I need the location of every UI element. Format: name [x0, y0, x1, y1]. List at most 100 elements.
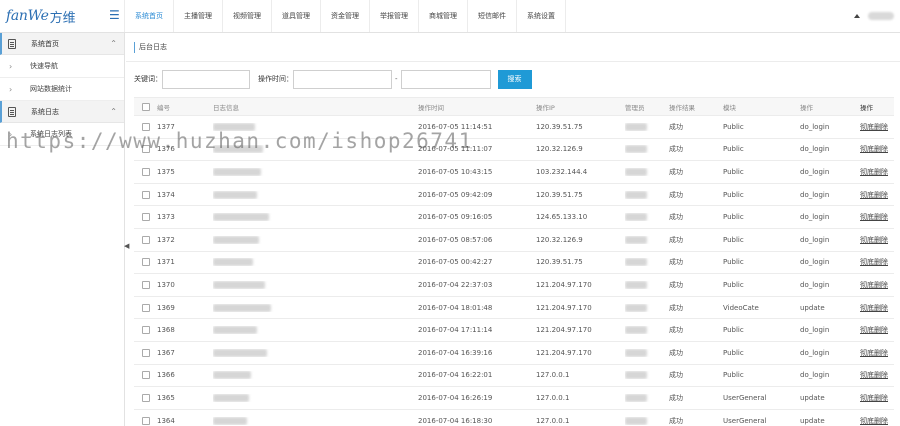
delete-link[interactable]: 彻底删除 — [860, 213, 888, 221]
delete-link[interactable]: 彻底删除 — [860, 258, 888, 266]
row-checkbox[interactable] — [142, 348, 150, 357]
start-time-input[interactable] — [293, 69, 392, 89]
row-checkbox[interactable] — [142, 303, 150, 312]
hamburger-icon[interactable]: ☰ — [109, 9, 120, 21]
table-row[interactable]: 1377 2016-07-05 11:14:51 120.39.51.75 成功 Pub… — [134, 116, 894, 139]
chevron-right-icon: › — [9, 129, 13, 139]
delete-link[interactable]: 彻底删除 — [860, 281, 888, 289]
delete-link[interactable]: 彻底删除 — [860, 168, 888, 176]
row-checkbox[interactable] — [142, 393, 150, 402]
delete-link[interactable]: 彻底删除 — [860, 145, 888, 153]
header-ip[interactable]: 操作IP — [536, 102, 625, 112]
nav-item-anchor[interactable]: 主播管理 — [174, 0, 223, 32]
end-time-input[interactable] — [400, 69, 491, 89]
nav-item-sms-mail[interactable]: 短信邮件 — [468, 0, 517, 32]
keyword-label: 关键词： — [134, 75, 162, 83]
log-table: 编号 日志信息 操作时间 操作IP 管理员 操作结果 模块 操作 操作 1377… — [134, 97, 894, 426]
delete-link[interactable]: 彻底删除 — [860, 394, 888, 402]
header-action[interactable]: 操作 — [800, 102, 860, 112]
table-row[interactable]: 1376 2016-07-05 11:11:07 120.32.126.9 成功 Pub… — [134, 139, 894, 162]
row-checkbox[interactable] — [142, 167, 150, 176]
row-checkbox[interactable] — [142, 190, 150, 199]
redacted-text — [213, 371, 251, 380]
delete-link[interactable]: 彻底删除 — [860, 349, 888, 357]
sidebar-group-logs[interactable]: 系统日志 ⌃ — [0, 101, 124, 123]
table-row[interactable]: 1364 2016-07-04 16:18:30 127.0.0.1 成功 UserGe… — [134, 410, 894, 426]
user-menu[interactable] — [848, 0, 900, 32]
row-checkbox[interactable] — [142, 371, 150, 380]
row-checkbox-cell — [134, 235, 157, 244]
nav-item-shop[interactable]: 商城管理 — [419, 0, 468, 32]
delete-link[interactable]: 彻底删除 — [860, 417, 888, 425]
cell-operation: 彻底删除 — [860, 348, 894, 358]
table-row[interactable]: 1371 2016-07-05 00:42:27 120.39.51.75 成功 Pub… — [134, 252, 894, 275]
nav-item-props[interactable]: 道具管理 — [272, 0, 321, 32]
row-checkbox[interactable] — [142, 122, 150, 131]
cell-log-info — [213, 348, 418, 357]
table-row[interactable]: 1369 2016-07-04 18:01:48 121.204.97.170 成功 V… — [134, 297, 894, 320]
keyword-input[interactable] — [162, 69, 250, 89]
sidebar-item-log-list[interactable]: › 系统日志列表 — [0, 123, 124, 146]
select-all-checkbox[interactable] — [142, 102, 150, 111]
delete-link[interactable]: 彻底删除 — [860, 236, 888, 244]
sidebar-item-site-stats[interactable]: › 网站数据统计 — [0, 78, 124, 101]
row-checkbox[interactable] — [142, 213, 150, 222]
cell-module: UserGeneral — [723, 416, 767, 425]
cell-action: do_login — [800, 258, 830, 267]
search-button[interactable]: 搜索 — [497, 69, 532, 89]
nav-item-home[interactable]: 系统首页 — [124, 0, 174, 32]
cell-result: 成功 — [669, 393, 683, 402]
table-row[interactable]: 1367 2016-07-04 16:39:16 121.204.97.170 成功 P… — [134, 342, 894, 365]
delete-link[interactable]: 彻底删除 — [860, 123, 888, 131]
row-checkbox[interactable] — [142, 416, 150, 425]
header-log-info[interactable]: 日志信息 — [213, 102, 418, 112]
redacted-admin — [625, 145, 647, 154]
nav-item-report[interactable]: 举报管理 — [370, 0, 419, 32]
row-checkbox[interactable] — [142, 145, 150, 154]
table-row[interactable]: 1372 2016-07-05 08:57:06 120.32.126.9 成功 Pub… — [134, 229, 894, 252]
nav-item-funds[interactable]: 资金管理 — [321, 0, 370, 32]
cell-module: Public — [723, 258, 744, 267]
cell-admin — [625, 371, 669, 380]
header-result[interactable]: 操作结果 — [669, 102, 723, 112]
sidebar-group-home[interactable]: 系统首页 ⌃ — [0, 33, 124, 55]
table-row[interactable]: 1370 2016-07-04 22:37:03 121.204.97.170 成功 P… — [134, 274, 894, 297]
cell-id: 1375 — [157, 167, 175, 176]
header-time[interactable]: 操作时间 — [418, 102, 536, 112]
nav-item-settings[interactable]: 系统设置 — [517, 0, 566, 32]
cell-action: do_login — [800, 371, 830, 380]
brand-latin: fanWe — [6, 8, 49, 24]
cell-admin — [625, 145, 669, 154]
header-module[interactable]: 模块 — [723, 102, 800, 112]
cell-id: 1368 — [157, 326, 175, 335]
cell-log-info — [213, 326, 418, 335]
table-row[interactable]: 1366 2016-07-04 16:22:01 127.0.0.1 成功 Public… — [134, 365, 894, 388]
table-row[interactable]: 1373 2016-07-05 09:16:05 124.65.133.10 成功 Pu… — [134, 206, 894, 229]
row-checkbox[interactable] — [142, 235, 150, 244]
cell-module: Public — [723, 145, 744, 154]
delete-link[interactable]: 彻底删除 — [860, 326, 888, 334]
table-row[interactable]: 1365 2016-07-04 16:26:19 127.0.0.1 成功 UserGe… — [134, 387, 894, 410]
cell-ip: 127.0.0.1 — [536, 371, 570, 380]
row-checkbox[interactable] — [142, 280, 150, 289]
header-id[interactable]: 编号 — [157, 102, 213, 112]
cell-module: Public — [723, 235, 744, 244]
row-checkbox[interactable] — [142, 326, 150, 335]
time-label: 操作时间： — [258, 75, 293, 83]
delete-link[interactable]: 彻底删除 — [860, 191, 888, 199]
nav-item-video[interactable]: 视频管理 — [223, 0, 272, 32]
cell-module: UserGeneral — [723, 393, 767, 402]
brand-logo[interactable]: fanWe 方维 — [6, 6, 76, 26]
delete-link[interactable]: 彻底删除 — [860, 371, 888, 379]
header-admin[interactable]: 管理员 — [625, 102, 669, 112]
row-checkbox-cell — [134, 393, 157, 402]
table-row[interactable]: 1375 2016-07-05 10:43:15 103.232.144.4 成功 Pu… — [134, 161, 894, 184]
table-row[interactable]: 1368 2016-07-04 17:11:14 121.204.97.170 成功 P… — [134, 319, 894, 342]
cell-time: 2016-07-04 17:11:14 — [418, 326, 493, 335]
table-row[interactable]: 1374 2016-07-05 09:42:09 120.39.51.75 成功 Pub… — [134, 184, 894, 207]
cell-action: do_login — [800, 145, 830, 154]
delete-link[interactable]: 彻底删除 — [860, 304, 888, 312]
sidebar-item-quick-nav[interactable]: › 快速导航 — [0, 55, 124, 78]
row-checkbox[interactable] — [142, 258, 150, 267]
chevron-up-icon: ⌃ — [110, 39, 117, 48]
